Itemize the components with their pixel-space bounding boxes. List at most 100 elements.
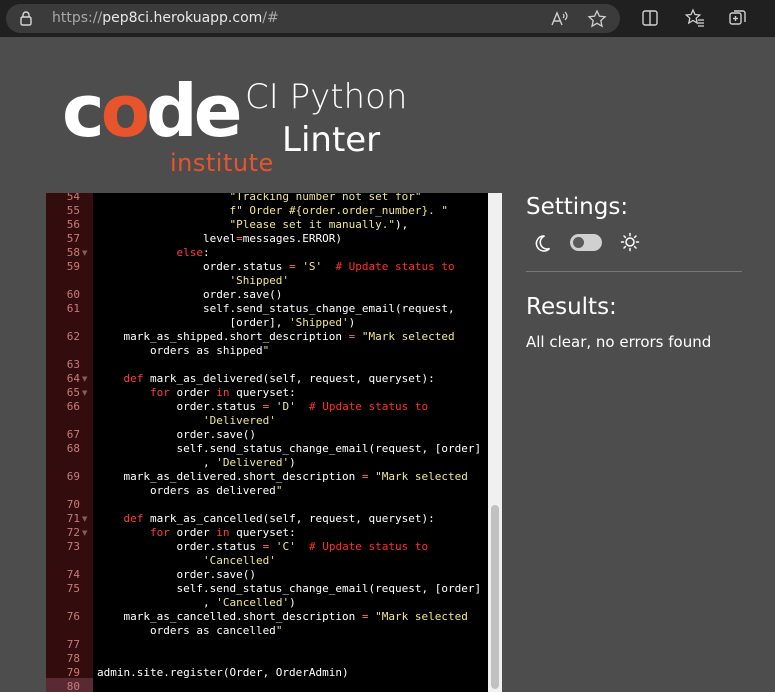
- line-number: 55: [66, 204, 80, 217]
- line-code: order.save(): [97, 288, 283, 301]
- address-bar[interactable]: https://pep8ci.herokuapp.com/#: [6, 4, 620, 33]
- fold-arrow-icon[interactable]: ▼: [82, 386, 87, 400]
- line-number: 69: [66, 470, 80, 483]
- line-code: order.status = 'C' # Update status to: [97, 540, 429, 553]
- line-code: f" Order #{order.order_number}. ": [229, 204, 448, 217]
- code-line[interactable]: 75 self.send_status_change_email(request…: [46, 582, 488, 596]
- line-code: orders as delivered": [97, 484, 283, 497]
- line-number: 76: [66, 610, 80, 623]
- split-screen-icon[interactable]: [640, 8, 660, 28]
- code-line[interactable]: 73 order.status = 'C' # Update status to: [46, 540, 488, 554]
- code-line[interactable]: 64 ▼ def mark_as_delivered(self, request,…: [46, 372, 488, 386]
- code-lines[interactable]: 54 "Tracking number not set for" 55 f" Or…: [46, 193, 488, 692]
- fold-arrow-icon[interactable]: ▼: [82, 246, 87, 260]
- code-line[interactable]: 77: [46, 638, 488, 652]
- page-title-line2: Linter: [282, 120, 381, 160]
- favorites-icon[interactable]: [685, 8, 705, 28]
- fold-arrow-icon[interactable]: ▼: [82, 526, 87, 540]
- code-line[interactable]: 70: [46, 498, 488, 512]
- line-number: 68: [66, 442, 80, 455]
- code-line[interactable]: 58 ▼ else:: [46, 246, 488, 260]
- moon-icon[interactable]: [532, 233, 552, 253]
- editor-scrollbar[interactable]: [488, 193, 502, 692]
- code-line[interactable]: 74 order.save(): [46, 568, 488, 582]
- line-code: def mark_as_cancelled(self, request, que…: [123, 512, 435, 525]
- code-line[interactable]: 63: [46, 358, 488, 372]
- line-code: for order in queryset:: [149, 386, 296, 399]
- fold-arrow-icon[interactable]: ▼: [82, 372, 87, 386]
- code-line[interactable]: , 'Delivered'): [46, 456, 488, 470]
- line-code: , 'Cancelled'): [97, 596, 296, 609]
- line-code: "Please set it manually."),: [229, 218, 409, 231]
- line-number: 80: [66, 680, 80, 692]
- code-line[interactable]: 76 mark_as_cancelled.short_description =…: [46, 610, 488, 624]
- results-heading: Results:: [526, 294, 617, 320]
- url-scheme: https://: [52, 10, 103, 26]
- line-code: for order in queryset:: [149, 526, 296, 539]
- line-number: 78: [66, 652, 80, 665]
- line-code: orders as cancelled": [97, 624, 283, 637]
- code-line[interactable]: orders as cancelled": [46, 624, 488, 638]
- line-code: def mark_as_delivered(self, request, que…: [123, 372, 435, 385]
- code-line[interactable]: 69 mark_as_delivered.short_description =…: [46, 470, 488, 484]
- code-line[interactable]: 71 ▼ def mark_as_cancelled(self, request,…: [46, 512, 488, 526]
- read-aloud-icon[interactable]: [549, 9, 569, 29]
- line-number: 67: [66, 428, 80, 441]
- code-line[interactable]: 80: [46, 680, 488, 692]
- line-code: self.send_status_change_email(request, […: [97, 442, 482, 455]
- code-line[interactable]: 56 "Please set it manually."),: [46, 218, 488, 232]
- code-line[interactable]: 66 order.status = 'D' # Update status to: [46, 400, 488, 414]
- code-line[interactable]: 61 self.send_status_change_email(request…: [46, 302, 488, 316]
- code-line[interactable]: 65 ▼ for order in queryset:: [46, 386, 488, 400]
- code-line[interactable]: 'Shipped': [46, 274, 488, 288]
- code-editor[interactable]: 54 "Tracking number not set for" 55 f" Or…: [46, 193, 502, 692]
- code-line[interactable]: 67 order.save(): [46, 428, 488, 442]
- line-number: 62: [66, 330, 80, 343]
- code-line[interactable]: 78: [46, 652, 488, 666]
- code-line[interactable]: 54 "Tracking number not set for": [46, 193, 488, 204]
- lock-icon[interactable]: [18, 10, 34, 26]
- code-line[interactable]: 72 ▼ for order in queryset:: [46, 526, 488, 540]
- line-number: 65: [66, 386, 80, 399]
- logo-letter-o: o: [100, 69, 151, 153]
- code-line[interactable]: 57 level=messages.ERROR): [46, 232, 488, 246]
- line-number: 63: [66, 358, 80, 371]
- line-code: mark_as_shipped.short_description = "Mar…: [97, 330, 455, 343]
- line-code: order.status = 'S' # Update status to: [97, 260, 455, 273]
- code-line[interactable]: [order], 'Shipped'): [46, 316, 488, 330]
- theme-toggle[interactable]: [570, 234, 602, 251]
- code-line[interactable]: , 'Cancelled'): [46, 596, 488, 610]
- code-line[interactable]: 59 order.status = 'S' # Update status to: [46, 260, 488, 274]
- code-line[interactable]: 55 f" Order #{order.order_number}. ": [46, 204, 488, 218]
- code-line[interactable]: orders as delivered": [46, 484, 488, 498]
- scrollbar-thumb[interactable]: [491, 505, 499, 689]
- line-number: 77: [66, 638, 80, 651]
- line-code: else:: [176, 246, 210, 259]
- line-code: order.save(): [97, 568, 256, 581]
- line-code: order.save(): [97, 428, 256, 441]
- code-line[interactable]: 79 admin.site.register(Order, OrderAdmin): [46, 666, 488, 680]
- code-line[interactable]: 60 order.save(): [46, 288, 488, 302]
- line-code: 'Delivered': [202, 414, 276, 427]
- toggle-knob: [573, 237, 584, 248]
- line-number: 58: [66, 246, 80, 259]
- line-number: 66: [66, 400, 80, 413]
- line-code: "Tracking number not set for": [229, 193, 422, 203]
- sun-icon[interactable]: [620, 232, 640, 252]
- line-number: 59: [66, 260, 80, 273]
- line-code: orders as shipped": [97, 344, 270, 357]
- line-code: 'Shipped': [229, 274, 290, 287]
- browser-toolbar: https://pep8ci.herokuapp.com/#: [0, 0, 775, 37]
- line-code: level=messages.ERROR): [97, 232, 343, 245]
- code-line[interactable]: orders as shipped": [46, 344, 488, 358]
- code-line[interactable]: 'Delivered': [46, 414, 488, 428]
- code-line[interactable]: 'Cancelled': [46, 554, 488, 568]
- code-line[interactable]: 62 mark_as_shipped.short_description = "…: [46, 330, 488, 344]
- favorite-star-icon[interactable]: [587, 9, 607, 29]
- url-text[interactable]: https://pep8ci.herokuapp.com/#: [52, 9, 279, 28]
- line-code: admin.site.register(Order, OrderAdmin): [97, 666, 349, 679]
- fold-arrow-icon[interactable]: ▼: [82, 512, 87, 526]
- panel-divider: [526, 271, 742, 272]
- collections-icon[interactable]: [728, 8, 748, 28]
- code-line[interactable]: 68 self.send_status_change_email(request…: [46, 442, 488, 456]
